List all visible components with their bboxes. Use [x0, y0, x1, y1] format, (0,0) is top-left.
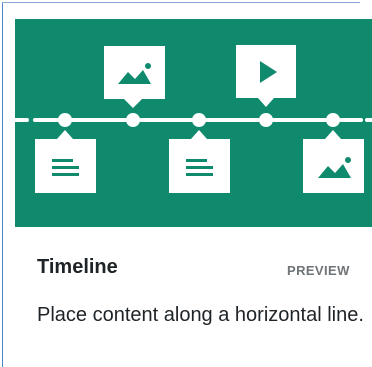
timeline-dot [58, 113, 72, 127]
timeline-illustration [15, 19, 372, 227]
timeline-illustration-svg [15, 45, 372, 193]
card-description: Place content along a horizontal line. [37, 304, 364, 326]
timeline-dot [259, 113, 273, 127]
timeline-dot [326, 113, 340, 127]
text-icon [35, 130, 96, 193]
play-icon [236, 45, 296, 107]
card-title: Timeline [37, 256, 118, 278]
image-icon [303, 130, 364, 193]
timeline-dot [192, 113, 206, 127]
timeline-template-card[interactable]: Timeline PREVIEW Place content along a h… [0, 0, 372, 367]
preview-link[interactable]: PREVIEW [287, 263, 350, 278]
image-icon [104, 46, 165, 108]
timeline-dot [126, 113, 140, 127]
text-icon [169, 130, 230, 193]
